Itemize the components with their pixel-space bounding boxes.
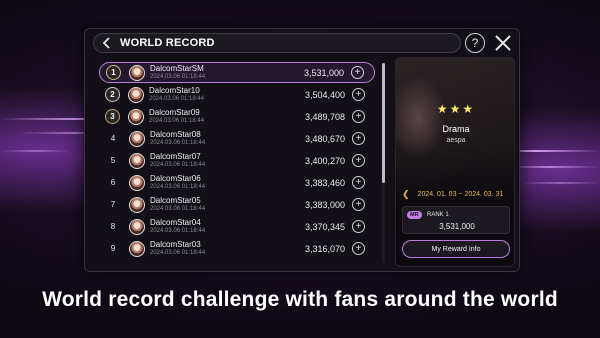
player-score: 3,370,345	[304, 221, 345, 232]
plus-circle-icon[interactable]: +	[352, 242, 365, 255]
record-date: 2024.03.06 01:18:44	[150, 206, 206, 212]
player-score: 3,383,000	[304, 199, 345, 210]
player-info: DalcomStarSM 2024.03.06 01:18:44	[150, 64, 206, 81]
player-score: 3,504,400	[304, 89, 345, 100]
player-name: DalcomStar06	[150, 174, 201, 183]
top-bar: WORLD RECORD ?	[89, 33, 517, 55]
avatar	[129, 64, 145, 81]
plus-circle-icon[interactable]: +	[351, 66, 364, 79]
leaderboard-row[interactable]: 8 DalcomStar04 2024.03.06 01:18:44 3,370,34…	[99, 216, 375, 237]
player-score: 3,316,070	[304, 243, 345, 254]
player-info: DalcomStar10 2024.03.06 01:18:44	[149, 86, 205, 103]
rank-number: 4	[110, 134, 116, 143]
avatar	[128, 108, 144, 125]
leaderboard-row[interactable]: 9 DalcomStar03 2024.03.06 01:18:44 3,316,07…	[99, 238, 375, 259]
plus-circle-icon[interactable]: +	[352, 198, 365, 211]
rank-medal-icon: 2	[105, 87, 120, 102]
leaderboard-row[interactable]: 6 DalcomStar06 2024.03.06 01:18:44 3,383,46…	[99, 172, 375, 193]
light-streak	[520, 182, 600, 184]
player-name: DalcomStarSM	[150, 64, 204, 73]
close-button[interactable]	[493, 33, 513, 53]
difficulty-stars: ★★★	[436, 102, 476, 116]
record-date: 2024.03.06 01:18:44	[150, 162, 206, 168]
player-info: DalcomStar09 2024.03.06 01:18:44	[149, 108, 205, 125]
record-date: 2024.03.06 01:18:44	[150, 74, 206, 80]
avatar	[128, 86, 144, 103]
avatar	[129, 152, 145, 169]
player-name: DalcomStar05	[150, 196, 201, 205]
player-score: 3,531,000	[303, 67, 344, 78]
player-name: DalcomStar10	[149, 86, 200, 95]
back-button[interactable]	[98, 34, 116, 52]
avatar	[129, 218, 145, 235]
avatar	[129, 196, 145, 213]
record-date: 2024.03.06 01:18:44	[150, 140, 206, 146]
song-title: Drama	[442, 124, 470, 134]
leaderboard-row[interactable]: 4 DalcomStar08 2024.03.06 01:18:44 3,480,67…	[99, 128, 375, 149]
record-date: 2024.03.06 01:18:44	[150, 228, 206, 234]
record-date: 2024.03.06 01:18:44	[149, 118, 205, 124]
close-x-icon	[495, 35, 511, 51]
avatar	[129, 130, 145, 147]
player-name: DalcomStar04	[150, 218, 201, 227]
promo-caption: World record challenge with fans around …	[42, 288, 558, 311]
rank-number: 7	[110, 200, 116, 209]
avatar	[129, 174, 145, 191]
avatar	[129, 240, 145, 257]
record-date: 2024.03.06 01:18:44	[150, 250, 206, 256]
player-name: DalcomStar08	[150, 130, 201, 139]
my-rank-label: RANK 1	[427, 212, 449, 218]
chevron-left-icon: ❮	[402, 188, 410, 199]
light-streak	[0, 150, 70, 152]
player-info: DalcomStar06 2024.03.06 01:18:44	[150, 174, 206, 191]
player-name: DalcomStar03	[150, 240, 201, 249]
period-text: 2024. 01. 03 ~ 2024. 03. 31	[417, 190, 504, 198]
plus-circle-icon[interactable]: +	[352, 220, 365, 233]
player-info: DalcomStar07 2024.03.06 01:18:44	[150, 152, 206, 169]
page-title: WORLD RECORD	[120, 37, 215, 49]
song-info-card: ★★★ Drama aespa ❮ 2024. 01. 03 ~ 2024. 0…	[395, 57, 515, 267]
mr-badge: MR	[407, 211, 422, 219]
my-rank-box: MR RANK 1 3,531,000	[402, 206, 510, 234]
question-circle-icon: ?	[471, 36, 479, 50]
world-record-panel: WORLD RECORD ? 1 DalcomStarSM 2024.03.06 0…	[84, 28, 520, 272]
help-button[interactable]: ?	[465, 33, 485, 53]
plus-circle-icon[interactable]: +	[352, 176, 365, 189]
leaderboard-row[interactable]: 7 DalcomStar05 2024.03.06 01:18:44 3,383,00…	[99, 194, 375, 215]
leaderboard-row[interactable]: 5 DalcomStar07 2024.03.06 01:18:44 3,400,27…	[99, 150, 375, 171]
leaderboard-row[interactable]: 1 DalcomStarSM 2024.03.06 01:18:44 3,531,00…	[99, 62, 375, 83]
record-date: 2024.03.06 01:18:44	[150, 184, 206, 190]
record-date: 2024.03.06 01:18:44	[149, 96, 205, 102]
rank-number: 6	[110, 178, 116, 187]
my-score: 3,531,000	[439, 222, 475, 231]
player-info: DalcomStar04 2024.03.06 01:18:44	[150, 218, 206, 235]
plus-circle-icon[interactable]: +	[352, 110, 365, 123]
player-score: 3,400,270	[304, 155, 345, 166]
title-bar: WORLD RECORD	[93, 33, 461, 53]
my-reward-info-button[interactable]: My Reward Info	[402, 240, 510, 258]
rank-number: 9	[110, 244, 116, 253]
leaderboard-row[interactable]: 3 DalcomStar09 2024.03.06 01:18:44 3,489,70…	[99, 106, 375, 127]
rank-number: 8	[110, 222, 116, 231]
player-name: DalcomStar09	[149, 108, 200, 117]
player-name: DalcomStar07	[150, 152, 201, 161]
chevron-left-icon	[102, 37, 110, 49]
player-info: DalcomStar05 2024.03.06 01:18:44	[150, 196, 206, 213]
scrollbar-thumb[interactable]	[382, 63, 385, 183]
leaderboard-row[interactable]: 2 DalcomStar10 2024.03.06 01:18:44 3,504,40…	[99, 84, 375, 105]
rank-medal-icon: 1	[106, 65, 121, 80]
season-period[interactable]: ❮ 2024. 01. 03 ~ 2024. 03. 31	[402, 188, 512, 200]
player-score: 3,489,708	[304, 111, 345, 122]
player-info: DalcomStar08 2024.03.06 01:18:44	[150, 130, 206, 147]
leaderboard-list[interactable]: 1 DalcomStarSM 2024.03.06 01:18:44 3,531,00…	[99, 60, 384, 268]
player-info: DalcomStar03 2024.03.06 01:18:44	[150, 240, 206, 257]
rank-medal-icon: 3	[105, 109, 120, 124]
rank-number: 5	[110, 156, 116, 165]
plus-circle-icon[interactable]: +	[352, 88, 365, 101]
plus-circle-icon[interactable]: +	[352, 132, 365, 145]
plus-circle-icon[interactable]: +	[352, 154, 365, 167]
artist-name: aespa	[446, 137, 466, 144]
player-score: 3,480,670	[304, 133, 345, 144]
player-score: 3,383,460	[304, 177, 345, 188]
